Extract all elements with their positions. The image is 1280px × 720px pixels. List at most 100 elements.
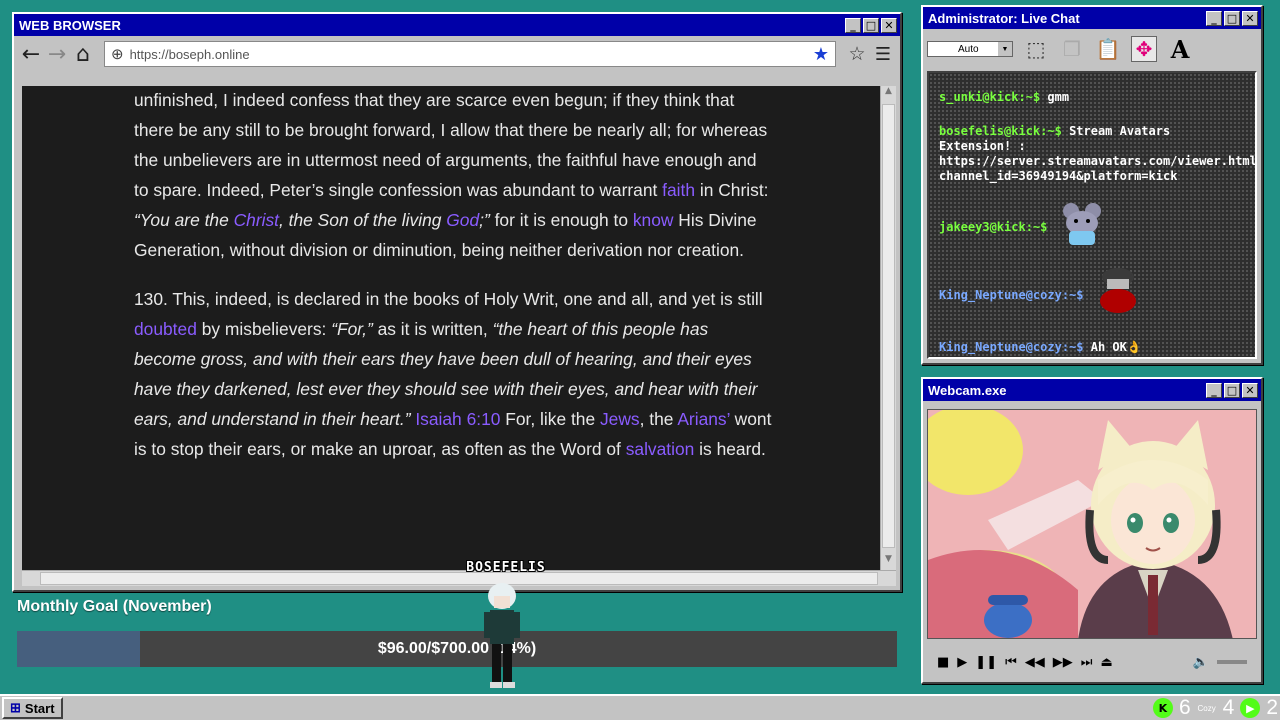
star-outline-icon[interactable]: ☆ xyxy=(844,41,870,67)
kick-viewer-count: 6 xyxy=(1178,696,1191,719)
stream-avatar: BOSEFELIS xyxy=(466,560,546,696)
bookmarked-star-icon[interactable]: ★ xyxy=(813,44,829,65)
volume-icon[interactable]: 🔈 xyxy=(1193,655,1209,670)
avatar-sprite-icon xyxy=(484,583,520,688)
webcam-video[interactable] xyxy=(927,409,1257,639)
maximize-button[interactable]: □ xyxy=(863,17,879,33)
chat-window: Administrator: Live Chat _ □ ✕ Auto ▼ ⬚ … xyxy=(921,5,1263,365)
goal-progress-text: $96.00/$700.00 (14%) xyxy=(377,640,537,657)
stop-icon[interactable]: ■ xyxy=(937,655,949,670)
chat-log: s_unki@kick:~$ gmm bosefelis@kick:~$ Str… xyxy=(927,71,1257,359)
page-content: unfinished, I indeed confess that they a… xyxy=(22,86,880,570)
taskbar: ⊞ Start K 6 Cozy 4 ▶ 2 xyxy=(0,694,1280,720)
article-text: unfinished, I indeed confess that they a… xyxy=(134,86,774,465)
article-text-run: For, like the xyxy=(500,409,600,430)
minimize-button[interactable]: _ xyxy=(1206,382,1222,398)
article-text-run: ;” xyxy=(479,209,490,230)
article-link[interactable]: doubted xyxy=(134,319,197,339)
scroll-thumb[interactable] xyxy=(882,104,895,548)
article-text-run: for it is enough to xyxy=(489,209,633,230)
article-link[interactable]: Christ xyxy=(234,210,279,230)
rewind-icon[interactable]: ◀◀ xyxy=(1025,655,1045,670)
maximize-button[interactable]: □ xyxy=(1224,10,1240,26)
article-link[interactable]: salvation xyxy=(626,439,695,459)
article-text-run: , the Son of the living xyxy=(279,209,447,230)
chevron-down-icon[interactable]: ▼ xyxy=(998,42,1012,56)
volume-slider[interactable] xyxy=(1217,660,1247,664)
system-tray: K 6 Cozy 4 ▶ 2 xyxy=(1152,696,1278,720)
browser-toolbar: ← → ⌂ ⊕ https://boseph.online ★ ☆ ☰ xyxy=(14,36,900,72)
article-paragraph: 130. This, indeed, is declared in the bo… xyxy=(134,285,774,464)
maximize-button[interactable]: □ xyxy=(1224,382,1240,398)
address-bar[interactable]: ⊕ https://boseph.online ★ xyxy=(104,41,836,67)
fast-forward-icon[interactable]: ▶▶ xyxy=(1053,655,1073,670)
article-text-run: , the xyxy=(639,409,678,430)
eject-icon[interactable]: ⏏ xyxy=(1101,655,1113,670)
font-icon[interactable]: A xyxy=(1167,35,1193,64)
article-text-run: 130. This, indeed, is declared in the bo… xyxy=(134,289,763,310)
globe-icon: ⊕ xyxy=(111,46,124,63)
copy-icon[interactable]: ❐ xyxy=(1059,36,1085,62)
play-icon[interactable]: ▶ xyxy=(957,655,967,670)
webcam-title: Webcam.exe xyxy=(928,382,1007,398)
close-button[interactable]: ✕ xyxy=(881,17,897,33)
article-text-run: as it is written, xyxy=(372,319,493,340)
back-arrow-icon[interactable]: ← xyxy=(18,41,44,67)
media-controls: ■ ▶ ❚❚ ⏮ ◀◀ ▶▶ ⏭ ⏏ 🔈 xyxy=(927,647,1257,677)
close-button[interactable]: ✕ xyxy=(1242,10,1258,26)
browser-title: WEB BROWSER xyxy=(19,17,121,33)
home-icon[interactable]: ⌂ xyxy=(70,41,96,67)
emote-mouse-avatar xyxy=(1063,203,1101,245)
scroll-up-icon[interactable]: ▲ xyxy=(881,86,896,102)
font-size-select[interactable]: Auto ▼ xyxy=(927,41,1013,57)
webcam-titlebar[interactable]: Webcam.exe _ □ ✕ xyxy=(923,379,1261,401)
chat-titlebar[interactable]: Administrator: Live Chat _ □ ✕ xyxy=(923,7,1261,29)
article-link[interactable]: God xyxy=(446,210,479,230)
move-icon[interactable]: ✥ xyxy=(1131,36,1157,62)
browser-window: WEB BROWSER _ □ ✕ ← → ⌂ ⊕ https://boseph… xyxy=(12,12,902,592)
chat-message: King_Neptune@cozy:~$ Ah OK👌 xyxy=(939,340,1142,354)
article-link[interactable]: faith xyxy=(662,180,695,200)
cozy-logo-icon: Cozy xyxy=(1197,703,1216,713)
article-paragraph: unfinished, I indeed confess that they a… xyxy=(134,86,774,265)
select-value: Auto xyxy=(958,43,979,55)
url-text: https://boseph.online xyxy=(129,46,250,62)
anime-avatar-image xyxy=(928,410,1256,638)
minimize-button[interactable]: _ xyxy=(845,17,861,33)
menu-icon[interactable]: ☰ xyxy=(870,41,896,67)
skip-back-icon[interactable]: ⏮ xyxy=(1005,655,1017,670)
close-button[interactable]: ✕ xyxy=(1242,382,1258,398)
vertical-scrollbar[interactable]: ▲ ▼ xyxy=(880,86,896,570)
chat-title: Administrator: Live Chat xyxy=(928,10,1080,26)
goal-progress-bar: $96.00/$700.00 (14%) xyxy=(17,631,897,667)
article-link[interactable]: Isaiah 6:10 xyxy=(415,409,500,429)
start-label: Start xyxy=(24,700,55,716)
kick-logo-icon: K xyxy=(1152,698,1173,718)
pause-icon[interactable]: ❚❚ xyxy=(975,655,997,670)
article-link[interactable]: know xyxy=(633,210,674,230)
chat-toolbar: Auto ▼ ⬚ ❐ 📋 ✥ A xyxy=(923,29,1261,69)
article-link[interactable]: Jews xyxy=(600,409,640,429)
windows-logo-icon: ⊞ xyxy=(10,700,21,715)
chat-message: bosefelis@kick:~$ Stream Avatars Extensi… xyxy=(939,124,1257,183)
play-circle-icon: ▶ xyxy=(1240,698,1261,718)
skip-forward-icon[interactable]: ⏭ xyxy=(1081,655,1093,670)
article-text-run: by misbelievers: xyxy=(196,319,332,340)
article-text-run: “You are the xyxy=(134,209,234,230)
article-text-run: is heard. xyxy=(694,438,766,459)
scroll-down-icon[interactable]: ▼ xyxy=(881,554,896,570)
emote-figure-avatar xyxy=(1100,268,1136,313)
chat-message: s_unki@kick:~$ gmm xyxy=(939,90,1070,104)
article-text-run: in Christ: xyxy=(695,179,769,200)
avatar-name: BOSEFELIS xyxy=(466,560,546,575)
article-link[interactable]: Arians’ xyxy=(677,409,730,429)
cozy-viewer-count: 4 xyxy=(1222,696,1235,719)
minimize-button[interactable]: _ xyxy=(1206,10,1222,26)
other-viewer-count: 2 xyxy=(1266,696,1278,719)
webcam-window: Webcam.exe _ □ ✕ ■ ▶ ❚❚ ⏮ ◀◀ ▶▶ ⏭ ⏏ 🔈 xyxy=(921,377,1263,684)
start-button[interactable]: ⊞ Start xyxy=(2,697,63,719)
paste-icon[interactable]: 📋 xyxy=(1095,36,1121,62)
select-rect-icon[interactable]: ⬚ xyxy=(1023,36,1049,62)
forward-arrow-icon[interactable]: → xyxy=(44,41,70,67)
browser-titlebar[interactable]: WEB BROWSER _ □ ✕ xyxy=(14,14,900,36)
